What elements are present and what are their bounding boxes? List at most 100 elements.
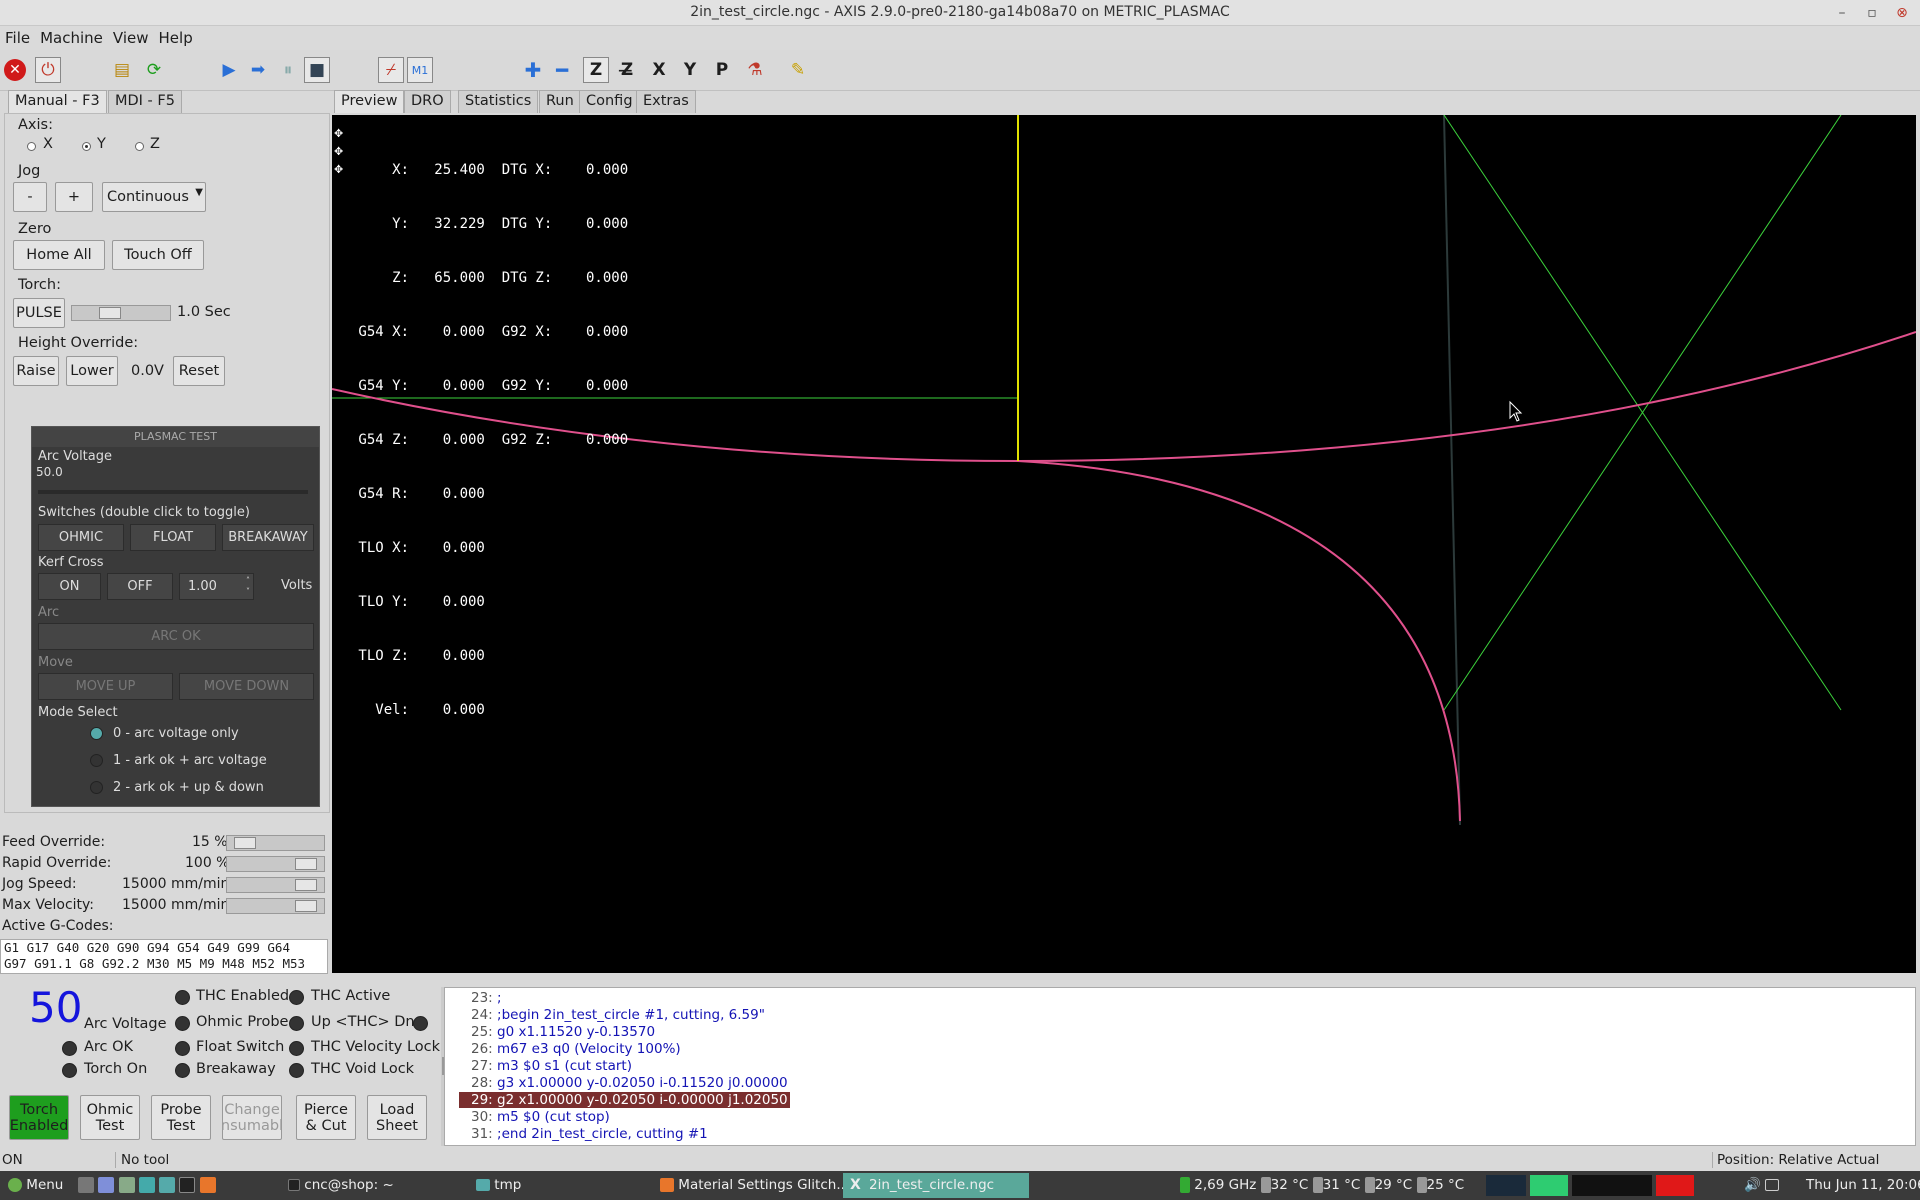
gcode-listing[interactable]: 23: ; 24: ;begin 2in_test_circle #1, cutt… xyxy=(444,987,1916,1146)
taskbar-terminal[interactable]: cnc@shop: ~ xyxy=(288,1177,394,1193)
reload-icon[interactable]: ⟳ xyxy=(141,57,167,83)
probe-test-button[interactable]: Probe Test xyxy=(151,1095,211,1140)
jog-speed-slider[interactable] xyxy=(226,877,325,893)
gcode-line[interactable]: 23: ; xyxy=(471,990,502,1006)
move-down-button[interactable]: MOVE DOWN xyxy=(179,673,314,700)
mode-radio-2[interactable] xyxy=(90,781,103,794)
restore-icon[interactable]: ▫ xyxy=(1862,3,1882,23)
mode-radio-0[interactable] xyxy=(90,727,103,740)
arc-voltage-slider[interactable] xyxy=(38,490,308,494)
tab-preview[interactable]: Preview xyxy=(334,90,405,113)
step-icon[interactable]: ➡ xyxy=(245,57,271,83)
tab-extras[interactable]: Extras xyxy=(636,90,696,113)
gcode-line[interactable]: 27: m3 $0 s1 (cut start) xyxy=(471,1058,632,1074)
rotate-view-icon[interactable]: ⚗ xyxy=(742,57,768,83)
machine-power-icon[interactable]: ⏻ xyxy=(35,57,61,83)
tab-manual[interactable]: Manual - F3 xyxy=(8,90,107,113)
raise-button[interactable]: Raise xyxy=(13,356,59,386)
spin-arrows-icon[interactable]: ˄ ˅ xyxy=(246,575,250,597)
monitor-icon[interactable] xyxy=(138,1177,155,1193)
files-icon[interactable] xyxy=(98,1177,115,1193)
kerf-volts-spinbox[interactable]: 1.00 ˄ ˅ xyxy=(179,573,254,600)
arc-ok-button[interactable]: ARC OK xyxy=(38,623,314,650)
menu-file[interactable]: File xyxy=(0,26,35,47)
gcode-line[interactable]: 29: g2 x1.00000 y-0.02050 i-0.00000 j1.0… xyxy=(459,1092,790,1108)
taskbar-active-window[interactable]: X 2in_test_circle.ngc xyxy=(843,1173,1029,1198)
run-icon[interactable]: ▶ xyxy=(216,57,242,83)
slider-handle[interactable] xyxy=(234,837,256,849)
jog-minus-button[interactable]: - xyxy=(13,182,47,212)
reset-button[interactable]: Reset xyxy=(173,356,225,386)
gcode-line[interactable]: 30: m5 $0 (cut stop) xyxy=(471,1109,610,1125)
toolpath-preview[interactable]: ✥ ✥ ✥ X: 25.400 DTG X: 0.000 Y: 32.229 DTG… xyxy=(332,115,1916,973)
kerf-on-button[interactable]: ON xyxy=(38,573,101,600)
zoom-in-icon[interactable]: ✚ xyxy=(520,57,546,83)
gcode-line[interactable]: 28: g3 x1.00000 y-0.02050 i-0.11520 j0.0… xyxy=(471,1075,788,1091)
rapid-override-slider[interactable] xyxy=(226,856,325,872)
home-all-button[interactable]: Home All xyxy=(13,240,105,270)
firefox-icon[interactable] xyxy=(199,1177,216,1193)
taskbar-tmp[interactable]: tmp xyxy=(476,1177,521,1193)
gcode-line[interactable]: 24: ;begin 2in_test_circle #1, cutting, … xyxy=(471,1007,765,1023)
optional-stop-icon[interactable]: M1 xyxy=(407,57,433,83)
slider-handle[interactable] xyxy=(295,858,317,870)
taskbar-browser[interactable]: Material Settings Glitch... xyxy=(660,1177,849,1193)
slider-handle[interactable] xyxy=(295,900,317,912)
ohmic-test-button[interactable]: Ohmic Test xyxy=(80,1095,140,1140)
folder-icon[interactable] xyxy=(159,1177,176,1193)
block-delete-icon[interactable]: ⌿ xyxy=(378,57,404,83)
jog-plus-button[interactable]: + xyxy=(55,182,93,212)
ohmic-switch-button[interactable]: OHMIC xyxy=(38,524,124,551)
tab-mdi[interactable]: MDI - F5 xyxy=(108,90,182,113)
float-switch-button[interactable]: FLOAT xyxy=(130,524,216,551)
axis-radio-y[interactable] xyxy=(82,142,91,151)
move-up-button[interactable]: MOVE UP xyxy=(38,673,173,700)
open-file-icon[interactable]: ▤ xyxy=(109,57,135,83)
tab-config[interactable]: Config xyxy=(579,90,640,113)
settings-icon[interactable] xyxy=(118,1177,135,1193)
display-icon[interactable] xyxy=(1765,1179,1780,1191)
kerf-off-button[interactable]: OFF xyxy=(107,573,173,600)
touch-off-button[interactable]: Touch Off xyxy=(112,240,204,270)
pulse-button[interactable]: PULSE xyxy=(13,298,65,328)
minimize-icon[interactable]: – xyxy=(1832,3,1852,23)
menu-help[interactable]: Help xyxy=(154,26,198,47)
stop-icon[interactable]: ■ xyxy=(304,57,330,83)
clock[interactable]: Thu Jun 11, 20:06 xyxy=(1806,1177,1920,1193)
lower-button[interactable]: Lower xyxy=(66,356,118,386)
terminal-icon[interactable] xyxy=(179,1177,196,1193)
slider-handle[interactable] xyxy=(295,879,317,891)
slider-handle[interactable] xyxy=(99,307,121,319)
volume-icon[interactable]: 🔊 xyxy=(1744,1177,1761,1193)
taskbar-menu[interactable]: Menu xyxy=(8,1177,63,1193)
view-z2-icon[interactable]: Z̶ xyxy=(614,57,640,83)
gcode-line[interactable]: 25: g0 x1.11520 y-0.13570 xyxy=(471,1024,655,1040)
change-consumable-button[interactable]: Change nsumabl xyxy=(222,1095,282,1140)
pierce-cut-button[interactable]: Pierce & Cut xyxy=(296,1095,356,1140)
tab-dro[interactable]: DRO xyxy=(404,90,451,113)
menu-machine[interactable]: Machine xyxy=(35,26,108,47)
axis-radio-x[interactable] xyxy=(27,142,36,151)
torch-enabled-button[interactable]: Torch Enabled xyxy=(9,1095,69,1140)
pause-icon[interactable]: ⏸ xyxy=(275,57,301,83)
view-x-icon[interactable]: X xyxy=(646,57,672,83)
load-sheet-button[interactable]: Load Sheet xyxy=(367,1095,427,1140)
gcode-line[interactable]: 31: ;end 2in_test_circle, cutting #1 xyxy=(471,1126,708,1142)
estop-icon[interactable]: ✕ xyxy=(4,59,26,81)
gcode-line[interactable]: 26: m67 e3 q0 (Velocity 100%) xyxy=(471,1041,681,1057)
close-icon[interactable]: ⊗ xyxy=(1892,3,1912,23)
jog-mode-select[interactable]: Continuous ▼ xyxy=(102,182,206,212)
feed-override-slider[interactable] xyxy=(226,835,325,851)
tab-statistics[interactable]: Statistics xyxy=(458,90,539,113)
mode-radio-1[interactable] xyxy=(90,754,103,767)
clear-plot-icon[interactable]: ✎ xyxy=(785,57,811,83)
tab-run[interactable]: Run xyxy=(539,90,581,113)
torch-pulse-slider[interactable] xyxy=(71,305,171,321)
menu-view[interactable]: View xyxy=(108,26,154,47)
apps-icon[interactable] xyxy=(78,1177,94,1193)
axis-radio-z[interactable] xyxy=(135,142,144,151)
breakaway-switch-button[interactable]: BREAKAWAY xyxy=(222,524,314,551)
view-y-icon[interactable]: Y xyxy=(677,57,703,83)
active-gcodes-box[interactable]: G1 G17 G40 G20 G90 G94 G54 G49 G99 G64 G… xyxy=(0,939,328,974)
view-p-icon[interactable]: P xyxy=(709,57,735,83)
